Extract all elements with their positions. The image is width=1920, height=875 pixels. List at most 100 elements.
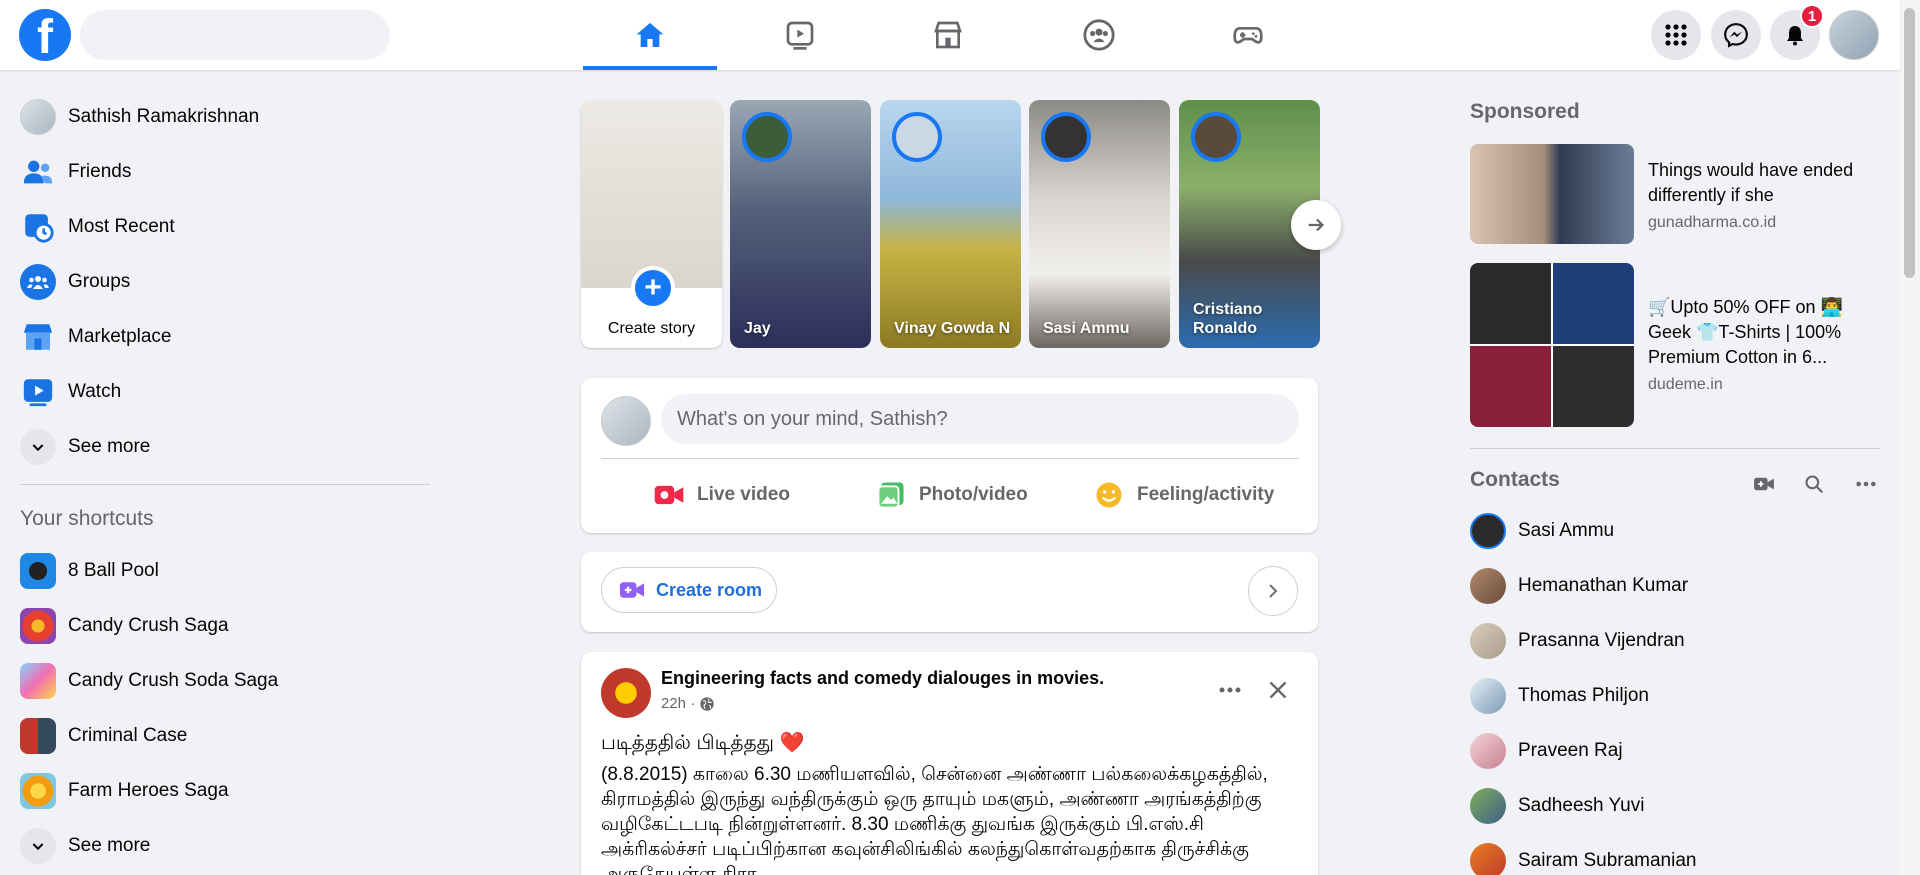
story-name: Vinay Gowda N [894, 320, 1011, 337]
page-scrollbar[interactable] [1900, 0, 1920, 875]
sidebar-item-label: Most Recent [68, 216, 175, 237]
room-video-icon [619, 582, 645, 598]
see-more-label: See more [68, 835, 151, 856]
post-body-text: (8.8.2015) காலை 6.30 மணியளவில், சென்னை அ… [601, 764, 1268, 875]
contact-search-button[interactable] [1796, 466, 1832, 502]
sponsored-ad[interactable]: Things would have ended differently if s… [1470, 144, 1890, 244]
search-icon [1805, 475, 1824, 494]
tab-marketplace[interactable] [881, 0, 1015, 70]
home-icon [636, 23, 664, 47]
contact-item[interactable]: Sadheesh Yuvi [1462, 780, 1882, 832]
live-video-icon [653, 479, 685, 511]
post-page-name[interactable]: Engineering facts and comedy dialouges i… [661, 668, 1104, 689]
contact-name: Sadheesh Yuvi [1518, 795, 1645, 816]
messenger-button[interactable] [1711, 10, 1761, 60]
sidebar-item-label: Watch [68, 381, 122, 402]
post-heading: படித்ததில் பிடித்தது ❤️ [601, 732, 805, 754]
eight-ball-pool-icon [20, 553, 56, 589]
page-avatar[interactable] [601, 668, 651, 718]
avatar [601, 396, 651, 446]
composer-input[interactable]: What's on your mind, Sathish? [661, 394, 1299, 444]
sidebar-item-groups[interactable]: Groups [10, 256, 430, 308]
story-name: Sasi Ammu [1043, 320, 1130, 337]
sidebar-item-label: Friends [68, 161, 132, 182]
marketplace-icon [20, 319, 56, 355]
post-time[interactable]: 22h · [661, 695, 695, 712]
sidebar-item-friends[interactable]: Friends [10, 146, 430, 198]
account-avatar[interactable] [1829, 10, 1879, 60]
feeling-activity-button[interactable]: Feeling/activity [1093, 470, 1274, 520]
tab-home[interactable] [583, 0, 717, 70]
sidebar-profile[interactable]: Sathish Ramakrishnan [10, 91, 430, 143]
contact-item[interactable]: Prasanna Vijendran [1462, 615, 1882, 667]
photo-video-button[interactable]: Photo/video [875, 470, 1028, 520]
ad-domain: gunadharma.co.id [1648, 214, 1777, 231]
live-video-button[interactable]: Live video [653, 470, 790, 520]
most-recent-icon [20, 209, 56, 245]
create-room-button[interactable]: Create room [601, 567, 778, 613]
shortcut-item[interactable]: Farm Heroes Saga [10, 765, 430, 817]
story-card[interactable]: Jay [730, 100, 871, 348]
chevron-down-icon [20, 429, 56, 465]
shortcut-item[interactable]: 8 Ball Pool [10, 545, 430, 597]
sidebar-item-most-recent[interactable]: Most Recent [10, 201, 430, 253]
arrow-right-icon [1308, 218, 1325, 232]
shortcuts-heading: Your shortcuts [20, 507, 154, 530]
composer-divider [601, 458, 1299, 459]
farm-heroes-icon [20, 773, 56, 809]
shortcut-label: Criminal Case [68, 725, 188, 746]
scrollbar-thumb[interactable] [1904, 8, 1915, 278]
ad-image [1470, 263, 1634, 427]
tab-groups[interactable] [1032, 0, 1166, 70]
stories-next-button[interactable] [1291, 200, 1341, 250]
menu-button[interactable] [1651, 10, 1701, 60]
sidebar-item-watch[interactable]: Watch [10, 366, 430, 418]
contact-item[interactable]: Praveen Raj [1462, 725, 1882, 777]
facebook-logo[interactable]: f [19, 9, 71, 64]
contacts-options-button[interactable] [1848, 466, 1884, 502]
notifications-button[interactable]: 1 [1770, 4, 1824, 60]
search-input[interactable] [80, 10, 390, 60]
sidebar-item-marketplace[interactable]: Marketplace [10, 311, 430, 363]
contact-name: Praveen Raj [1518, 740, 1623, 761]
contact-item[interactable]: Hemanathan Kumar [1462, 560, 1882, 612]
globe-icon [700, 696, 714, 711]
more-horizontal-icon [1856, 481, 1876, 487]
feed-post: Engineering facts and comedy dialouges i… [581, 652, 1318, 875]
shortcut-item[interactable]: Criminal Case [10, 710, 430, 762]
friends-icon [20, 154, 56, 190]
action-label: Live video [697, 484, 790, 505]
shortcut-label: Farm Heroes Saga [68, 780, 229, 801]
post-close-button[interactable] [1260, 672, 1296, 708]
chevron-right-icon [1269, 584, 1278, 598]
tab-gaming[interactable] [1181, 0, 1315, 70]
sidebar-divider [20, 484, 430, 485]
contact-item[interactable]: Thomas Philjon [1462, 670, 1882, 722]
tab-watch[interactable] [733, 0, 867, 70]
messenger-icon [1724, 23, 1748, 48]
contacts-heading: Contacts [1470, 468, 1560, 491]
sponsored-heading: Sponsored [1470, 100, 1580, 123]
story-card[interactable]: Vinay Gowda N [880, 100, 1021, 348]
feeling-icon [1093, 479, 1125, 511]
plus-icon: + [631, 266, 675, 310]
post-more-button[interactable] [1212, 672, 1248, 708]
room-next-button[interactable] [1248, 566, 1298, 616]
see-more-label: See more [68, 436, 151, 457]
sidebar-see-more[interactable]: See more [10, 421, 430, 473]
contact-name: Sasi Ammu [1518, 520, 1615, 541]
new-room-button[interactable] [1746, 466, 1782, 502]
shortcut-label: 8 Ball Pool [68, 560, 159, 581]
contact-item[interactable]: Sasi Ammu [1462, 505, 1882, 557]
sponsored-ad[interactable]: 🛒Upto 50% OFF on 👨‍💻 Geek 👕T-Shirts | 10… [1470, 263, 1890, 427]
shortcut-item[interactable]: Candy Crush Saga [10, 600, 430, 652]
shortcuts-see-more[interactable]: See more [10, 820, 430, 872]
avatar [1470, 733, 1506, 769]
action-label: Feeling/activity [1137, 484, 1275, 505]
create-story-card[interactable]: + Create story [581, 100, 722, 348]
shortcut-item[interactable]: Candy Crush Soda Saga [10, 655, 430, 707]
watch-icon [786, 21, 814, 50]
contact-item[interactable]: Sairam Subramanian [1462, 835, 1882, 875]
notification-badge: 1 [1800, 4, 1824, 28]
story-card[interactable]: Sasi Ammu [1029, 100, 1170, 348]
